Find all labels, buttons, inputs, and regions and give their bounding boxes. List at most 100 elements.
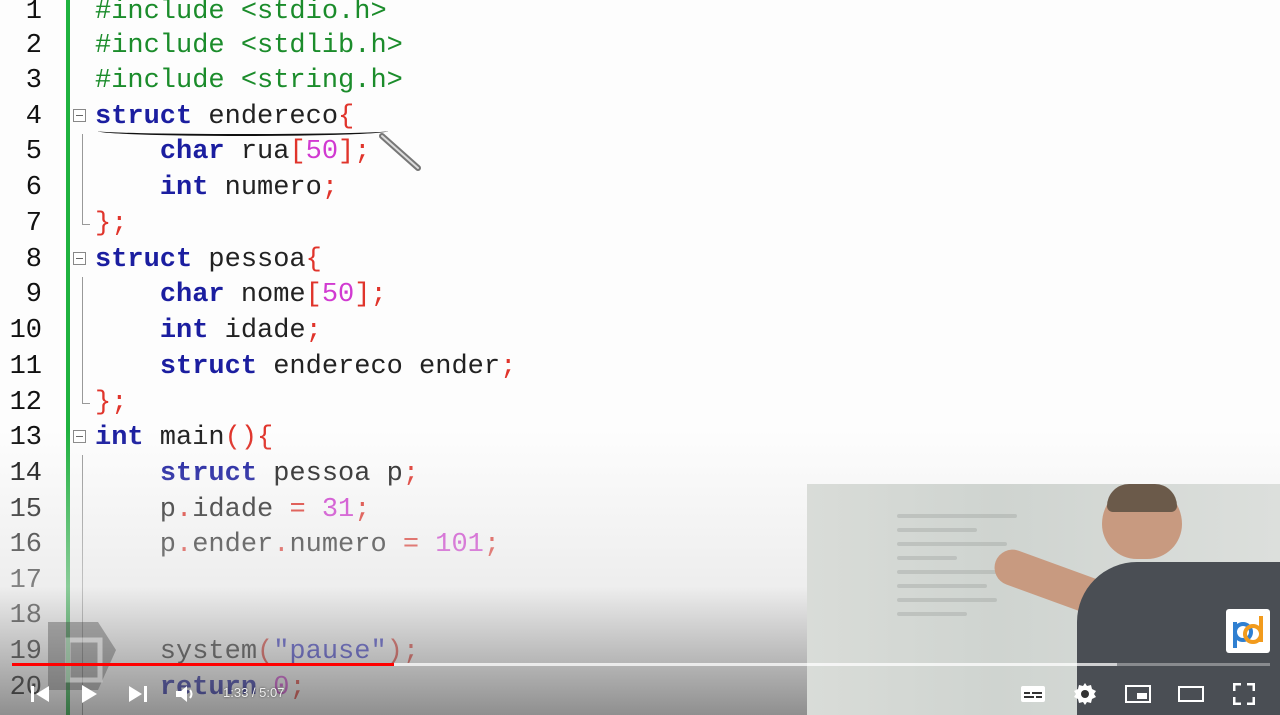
code-token: struct (159, 352, 258, 382)
fold-guide (82, 277, 83, 403)
code-token: rua (224, 137, 290, 167)
fold-toggle-icon[interactable] (73, 109, 86, 122)
line-number: 9 (25, 280, 42, 310)
volume-icon (176, 686, 193, 702)
fullscreen-button[interactable] (1226, 678, 1262, 710)
code-text: struct pessoa{ (95, 242, 322, 278)
code-token: ; (402, 459, 420, 489)
code-line: 5 char rua[50]; (0, 134, 1280, 170)
code-token: #include <stdlib.h> (95, 31, 403, 61)
miniplayer-button[interactable] (1120, 678, 1156, 710)
theater-mode-icon (1178, 686, 1204, 702)
code-token: 50 (305, 137, 339, 167)
subtitles-button[interactable] (1015, 678, 1051, 710)
fold-guide-end (82, 224, 90, 225)
miniplayer-icon (1125, 685, 1151, 703)
next-icon (129, 686, 147, 702)
line-number: 16 (9, 530, 42, 560)
settings-icon (1074, 683, 1096, 705)
code-line: 3 #include <string.h> (0, 63, 1280, 99)
code-token: pessoa p (257, 459, 403, 489)
line-number: 11 (9, 352, 42, 382)
code-token: p (95, 530, 177, 560)
code-token: #include <string.h> (95, 66, 403, 96)
code-text: #include <stdio.h> (95, 0, 387, 30)
code-token: char (159, 137, 225, 167)
line-number: 12 (9, 388, 42, 418)
presenter-hair (1107, 484, 1177, 512)
code-line: 8 struct pessoa{ (0, 242, 1280, 278)
code-line: 1 #include <stdio.h> (0, 0, 1280, 30)
code-line: 10 int idade; (0, 313, 1280, 349)
code-text: struct pessoa p; (95, 456, 419, 492)
fold-toggle-icon[interactable] (73, 430, 86, 443)
code-token: ; (500, 352, 517, 382)
code-token: }; (95, 388, 128, 418)
line-number: 17 (9, 566, 42, 596)
line-number: 7 (25, 209, 42, 239)
code-token: ]; (338, 137, 371, 167)
code-token: numero (289, 530, 403, 560)
code-token: ; (483, 530, 501, 560)
line-number: 13 (9, 423, 42, 453)
code-token: idade (192, 495, 290, 525)
line-number: 5 (25, 137, 42, 167)
pen-cursor-icon (379, 133, 421, 171)
code-token: = (289, 495, 306, 525)
channel-logo-icon[interactable] (1226, 609, 1270, 653)
play-button[interactable] (71, 678, 107, 710)
code-token: . (176, 530, 193, 560)
code-line: 9 char nome[50]; (0, 277, 1280, 313)
code-token: = (402, 530, 420, 560)
line-number: 14 (9, 459, 42, 489)
code-text: char rua[50]; (95, 134, 371, 170)
code-token: #include <stdio.h> (95, 0, 387, 27)
line-number: 1 (25, 0, 42, 27)
play-icon (82, 685, 97, 703)
code-token: struct (159, 459, 258, 489)
line-number: 4 (25, 102, 42, 132)
code-token: . (273, 530, 290, 560)
code-token: 50 (321, 280, 355, 310)
code-text: #include <string.h> (95, 63, 403, 99)
code-token: }; (95, 209, 128, 239)
code-text: char nome[50]; (95, 277, 387, 313)
code-token: 31 (305, 495, 355, 525)
code-token: { (305, 245, 322, 275)
player-controls: 1:33 / 5:07 (0, 672, 1280, 715)
code-token: ender (192, 530, 274, 560)
fullscreen-icon (1233, 683, 1255, 705)
code-token: [ (305, 280, 322, 310)
code-text: }; (95, 206, 127, 242)
settings-button[interactable] (1067, 678, 1103, 710)
code-token: ; (305, 316, 322, 346)
previous-button[interactable] (22, 678, 58, 710)
code-line: 7}; (0, 206, 1280, 242)
previous-icon (31, 686, 49, 702)
code-text: #include <stdlib.h> (95, 28, 403, 64)
code-token: ]; (354, 280, 387, 310)
video-player[interactable]: 1 #include <stdio.h> 2 #include <stdlib.h> 3… (0, 0, 1280, 715)
line-number: 2 (25, 31, 42, 61)
code-text: p.ender.numero = 101; (95, 527, 500, 563)
volume-button[interactable] (168, 678, 204, 710)
code-token: ; (321, 173, 339, 203)
line-number: 6 (25, 173, 42, 203)
next-button[interactable] (120, 678, 156, 710)
code-token: numero (208, 173, 322, 203)
progress-bar[interactable] (12, 663, 1270, 666)
code-token: main (143, 423, 225, 453)
hand-drawn-underline (98, 126, 388, 136)
code-token: p (95, 495, 177, 525)
code-token: ; (354, 495, 371, 525)
code-token: endereco ender (257, 352, 501, 382)
code-token: char (159, 280, 225, 310)
code-text: int idade; (95, 313, 322, 349)
fold-toggle-icon[interactable] (73, 252, 86, 265)
theater-mode-button[interactable] (1173, 678, 1209, 710)
